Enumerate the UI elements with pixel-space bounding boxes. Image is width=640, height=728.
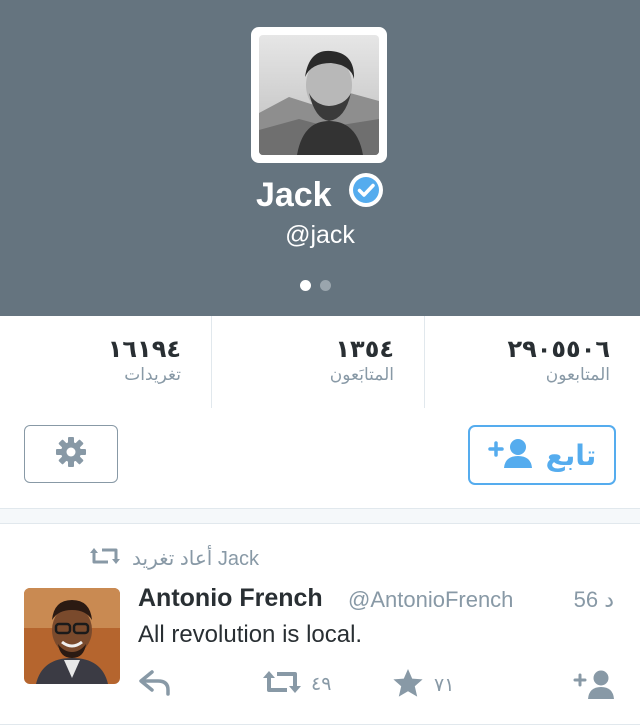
retweet-count: ٤٩ bbox=[311, 674, 332, 695]
tweet-actions: ٤٩ ٧١ bbox=[0, 664, 640, 704]
tweet-timestamp: 56 د bbox=[573, 587, 614, 612]
profile-actions: تابع bbox=[0, 408, 640, 508]
retweet-button[interactable]: ٤٩ bbox=[263, 668, 331, 701]
tweet-header: Antonio French @AntonioFrench 56 د bbox=[138, 584, 618, 614]
follow-button[interactable]: تابع bbox=[468, 425, 616, 485]
page-indicator[interactable] bbox=[300, 278, 340, 291]
profile-stats: ١٦١٩٤ تغريدات ١٣٥٤ المتابَعون ٢٩٠٥٥٠٦ ال… bbox=[0, 316, 640, 409]
profile-avatar[interactable] bbox=[251, 27, 387, 163]
profile-header: Jack @jack bbox=[0, 0, 640, 316]
retweet-small-icon bbox=[90, 546, 120, 571]
profile-name-row: Jack bbox=[0, 173, 640, 215]
tweet-bottom-border bbox=[0, 724, 640, 725]
retweeted-by-text: Jack أعاد تغريد bbox=[132, 548, 260, 570]
stat-tweets-label: تغريدات bbox=[124, 365, 181, 384]
favorite-count: ٧١ bbox=[434, 675, 455, 696]
favorite-button[interactable]: ٧١ bbox=[392, 668, 454, 703]
reply-icon bbox=[138, 668, 172, 701]
section-divider bbox=[0, 508, 640, 524]
page-dot-active[interactable] bbox=[300, 280, 311, 291]
tweet-author-name[interactable]: Antonio French bbox=[138, 584, 323, 613]
stat-following[interactable]: ١٣٥٤ المتابَعون bbox=[212, 316, 425, 408]
gear-icon bbox=[53, 434, 89, 475]
stat-tweets[interactable]: ١٦١٩٤ تغريدات bbox=[0, 316, 212, 408]
stat-following-label: المتابَعون bbox=[329, 365, 394, 384]
retweet-context: Jack أعاد تغريد bbox=[90, 546, 259, 571]
stat-followers[interactable]: ٢٩٠٥٥٠٦ المتابعون bbox=[425, 316, 640, 408]
follow-author-button[interactable] bbox=[573, 668, 617, 705]
tweet-text: All revolution is local. bbox=[138, 621, 363, 648]
settings-button[interactable] bbox=[24, 425, 118, 483]
stat-followers-label: المتابعون bbox=[545, 365, 610, 384]
profile-handle: @jack bbox=[285, 221, 355, 249]
reply-button[interactable] bbox=[138, 668, 172, 701]
profile-name: Jack bbox=[255, 176, 332, 214]
verified-badge-icon bbox=[348, 172, 384, 213]
tweet[interactable]: Jack أعاد تغريد Antonio French @AntonioF… bbox=[0, 524, 640, 728]
stat-followers-value: ٢٩٠٥٥٠٦ bbox=[507, 336, 610, 363]
retweet-icon bbox=[263, 668, 301, 701]
profile-avatar-image bbox=[259, 35, 379, 155]
stat-tweets-value: ١٦١٩٤ bbox=[107, 336, 181, 363]
tweet-author-handle[interactable]: @AntonioFrench bbox=[348, 587, 513, 613]
page-dot-inactive[interactable] bbox=[320, 280, 331, 291]
stat-following-value: ١٣٥٤ bbox=[335, 336, 394, 363]
follow-button-label: تابع bbox=[545, 439, 597, 471]
star-icon bbox=[392, 668, 424, 703]
add-user-icon bbox=[487, 436, 534, 475]
add-user-icon bbox=[573, 668, 617, 705]
